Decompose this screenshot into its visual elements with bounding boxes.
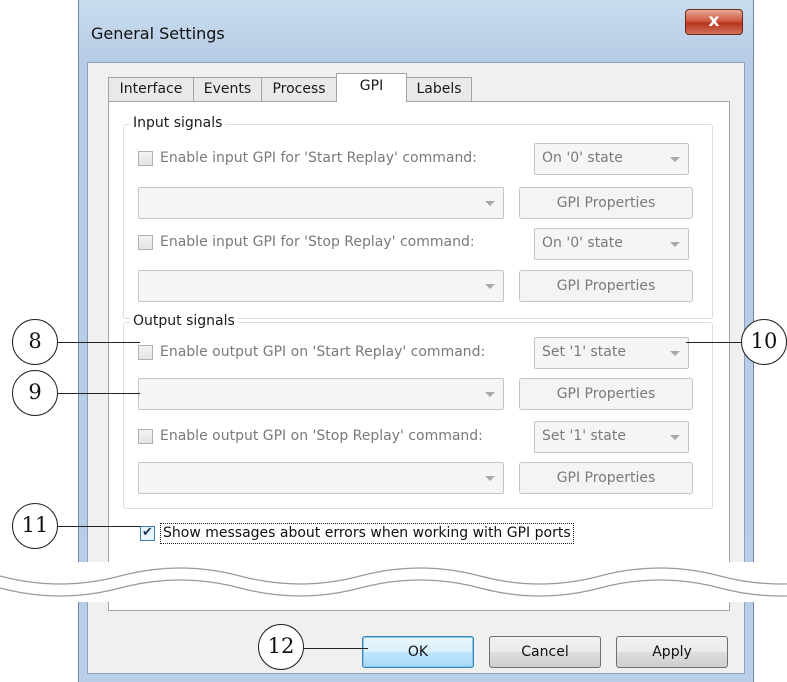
output-start-label: Enable output GPI on 'Start Replay' comm… xyxy=(160,344,486,360)
input-start-checkbox[interactable] xyxy=(138,151,153,166)
apply-button[interactable]: Apply xyxy=(616,636,728,668)
show-errors-label: Show messages about errors when working … xyxy=(160,523,574,544)
input-signals-title: Input signals xyxy=(130,115,226,131)
input-stop-checkbox[interactable] xyxy=(138,235,153,250)
output-start-state-select[interactable]: Set '1' state xyxy=(534,337,689,369)
chevron-down-icon xyxy=(670,351,680,356)
output-start-checkbox[interactable] xyxy=(138,345,153,360)
tab-label: GPI xyxy=(359,78,384,94)
tab-label: Interface xyxy=(119,81,183,97)
input-start-state-value: On '0' state xyxy=(542,150,623,166)
input-signals-group: Input signals Enable input GPI for 'Star… xyxy=(123,115,713,319)
output-stop-checkbox[interactable] xyxy=(138,429,153,444)
input-start-gpi-properties-button[interactable]: GPI Properties xyxy=(519,187,693,219)
callout-8: 8 xyxy=(12,319,58,365)
output-stop-gpi-properties-button[interactable]: GPI Properties xyxy=(519,462,693,494)
close-icon: x xyxy=(708,11,720,31)
output-stop-state-select[interactable]: Set '1' state xyxy=(534,421,689,453)
tab-events[interactable]: Events xyxy=(193,77,262,101)
crop-break-wave xyxy=(0,562,787,602)
ok-button[interactable]: OK xyxy=(362,636,474,668)
chevron-down-icon xyxy=(485,201,495,206)
chevron-down-icon xyxy=(485,476,495,481)
input-stop-gpi-properties-button[interactable]: GPI Properties xyxy=(519,270,693,302)
chevron-down-icon xyxy=(485,284,495,289)
input-stop-port-select[interactable] xyxy=(138,270,504,302)
input-stop-state-value: On '0' state xyxy=(542,235,623,251)
window-title: General Settings xyxy=(91,24,225,43)
show-errors-checkbox[interactable]: ✔ xyxy=(140,526,155,541)
wave-lines xyxy=(0,567,787,597)
output-signals-title: Output signals xyxy=(130,313,238,329)
callout-9-leader xyxy=(58,393,140,394)
callout-11-leader xyxy=(58,526,140,527)
output-start-port-select[interactable] xyxy=(138,378,504,410)
callout-10-leader xyxy=(686,342,742,343)
title-bar[interactable]: General Settings x xyxy=(79,0,753,62)
input-stop-state-select[interactable]: On '0' state xyxy=(534,228,689,260)
tab-interface[interactable]: Interface xyxy=(108,77,194,101)
input-stop-label: Enable input GPI for 'Stop Replay' comma… xyxy=(160,234,475,250)
tab-gpi[interactable]: GPI xyxy=(336,73,407,102)
chevron-down-icon xyxy=(670,435,680,440)
output-stop-port-select[interactable] xyxy=(138,462,504,494)
tab-label: Events xyxy=(203,81,252,97)
close-button[interactable]: x xyxy=(685,9,743,35)
chevron-down-icon xyxy=(485,392,495,397)
cancel-button[interactable]: Cancel xyxy=(489,636,601,668)
callout-8-leader xyxy=(58,342,140,343)
output-signals-group: Output signals Enable output GPI on 'Sta… xyxy=(123,313,713,509)
chevron-down-icon xyxy=(670,157,680,162)
callout-9: 9 xyxy=(12,370,58,416)
callout-11: 11 xyxy=(12,503,58,549)
tab-process[interactable]: Process xyxy=(261,77,337,101)
callout-10: 10 xyxy=(741,319,787,365)
output-stop-label: Enable output GPI on 'Stop Replay' comma… xyxy=(160,428,483,444)
tab-label: Labels xyxy=(416,81,462,97)
callout-12-leader xyxy=(304,648,368,649)
input-start-port-select[interactable] xyxy=(138,187,504,219)
output-stop-state-value: Set '1' state xyxy=(542,428,626,444)
input-start-label: Enable input GPI for 'Start Replay' comm… xyxy=(160,150,477,166)
output-start-gpi-properties-button[interactable]: GPI Properties xyxy=(519,378,693,410)
tab-label: Process xyxy=(272,81,326,97)
tab-labels[interactable]: Labels xyxy=(406,77,472,101)
chevron-down-icon xyxy=(670,242,680,247)
input-start-state-select[interactable]: On '0' state xyxy=(534,143,689,175)
output-start-state-value: Set '1' state xyxy=(542,344,626,360)
callout-12: 12 xyxy=(258,624,304,670)
